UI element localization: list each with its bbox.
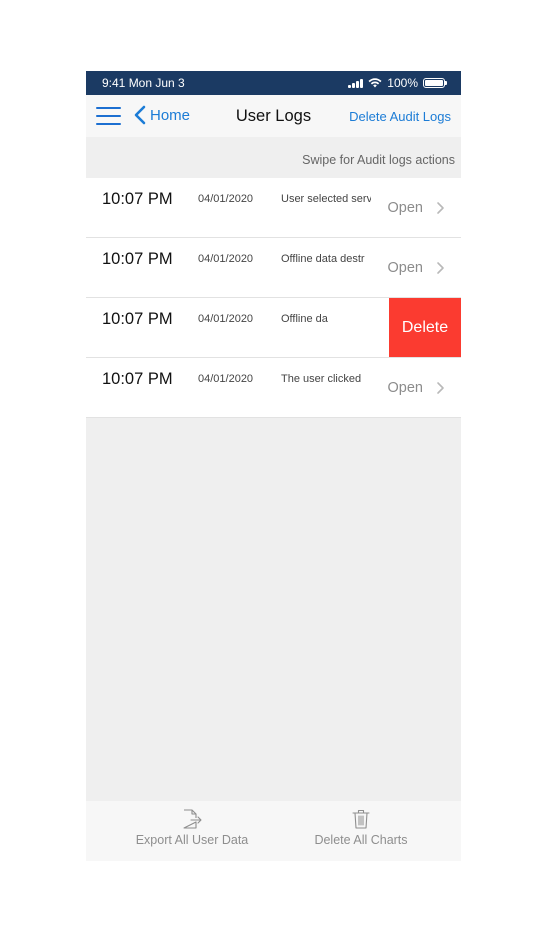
battery-icon bbox=[423, 78, 447, 88]
cellular-signal-icon bbox=[348, 78, 364, 88]
open-button[interactable]: Open bbox=[388, 380, 423, 396]
log-row[interactable]: 10:07 PM 04/01/2020 The user clicked Ope… bbox=[86, 358, 461, 418]
app-screen: 9:41 Mon Jun 3 100% Home User Logs Delet… bbox=[86, 71, 461, 861]
delete-charts-label: Delete All Charts bbox=[314, 833, 408, 847]
swipe-hint-text: Swipe for Audit logs actions bbox=[302, 153, 455, 167]
log-date: 04/01/2020 bbox=[198, 373, 254, 385]
wifi-icon bbox=[368, 78, 382, 88]
export-all-user-data-button[interactable]: Export All User Data bbox=[132, 809, 252, 847]
hamburger-menu-icon[interactable] bbox=[96, 107, 121, 126]
swipe-hint-bar: Swipe for Audit logs actions bbox=[86, 137, 461, 178]
delete-all-charts-button[interactable]: Delete All Charts bbox=[301, 809, 421, 847]
status-indicators: 100% bbox=[348, 76, 447, 90]
log-date: 04/01/2020 bbox=[198, 253, 254, 265]
log-row[interactable]: 10:07 PM 04/01/2020 Offline data destr O… bbox=[86, 238, 461, 298]
chevron-right-icon bbox=[437, 202, 444, 214]
open-button[interactable]: Open bbox=[388, 200, 423, 216]
log-time: 10:07 PM bbox=[102, 190, 173, 208]
chevron-right-icon bbox=[437, 262, 444, 274]
trash-icon bbox=[352, 809, 370, 829]
back-button-label: Home bbox=[150, 106, 191, 124]
log-list: 10:07 PM 04/01/2020 User selected serv O… bbox=[86, 178, 461, 418]
log-time: 10:07 PM bbox=[102, 250, 173, 268]
status-bar: 9:41 Mon Jun 3 100% bbox=[86, 71, 461, 95]
log-message: Offline data destr bbox=[281, 253, 365, 265]
export-label: Export All User Data bbox=[135, 833, 249, 847]
log-message: The user clicked bbox=[281, 373, 362, 385]
log-row-swiped[interactable]: 10:07 PM 04/01/2020 Offline da Delete bbox=[86, 298, 461, 358]
chevron-right-icon bbox=[437, 382, 444, 394]
navigation-bar: Home User Logs Delete Audit Logs bbox=[86, 95, 461, 137]
battery-percent: 100% bbox=[387, 76, 418, 90]
swipe-delete-button[interactable]: Delete bbox=[389, 298, 461, 357]
bottom-toolbar: Export All User Data Delete All Charts bbox=[86, 801, 461, 861]
log-time: 10:07 PM bbox=[102, 310, 173, 328]
open-button[interactable]: Open bbox=[388, 260, 423, 276]
status-time: 9:41 Mon Jun 3 bbox=[102, 76, 185, 90]
chevron-left-icon bbox=[134, 105, 146, 125]
export-document-icon bbox=[183, 809, 202, 829]
log-date: 04/01/2020 bbox=[198, 313, 254, 325]
back-button[interactable]: Home bbox=[134, 105, 190, 125]
log-date: 04/01/2020 bbox=[198, 193, 254, 205]
log-time: 10:07 PM bbox=[102, 370, 173, 388]
battery-level bbox=[425, 80, 443, 86]
log-message: Offline da bbox=[281, 313, 328, 325]
delete-audit-logs-button[interactable]: Delete Audit Logs bbox=[349, 109, 451, 124]
log-row[interactable]: 10:07 PM 04/01/2020 User selected serv O… bbox=[86, 178, 461, 238]
log-message: User selected serv bbox=[281, 193, 371, 205]
